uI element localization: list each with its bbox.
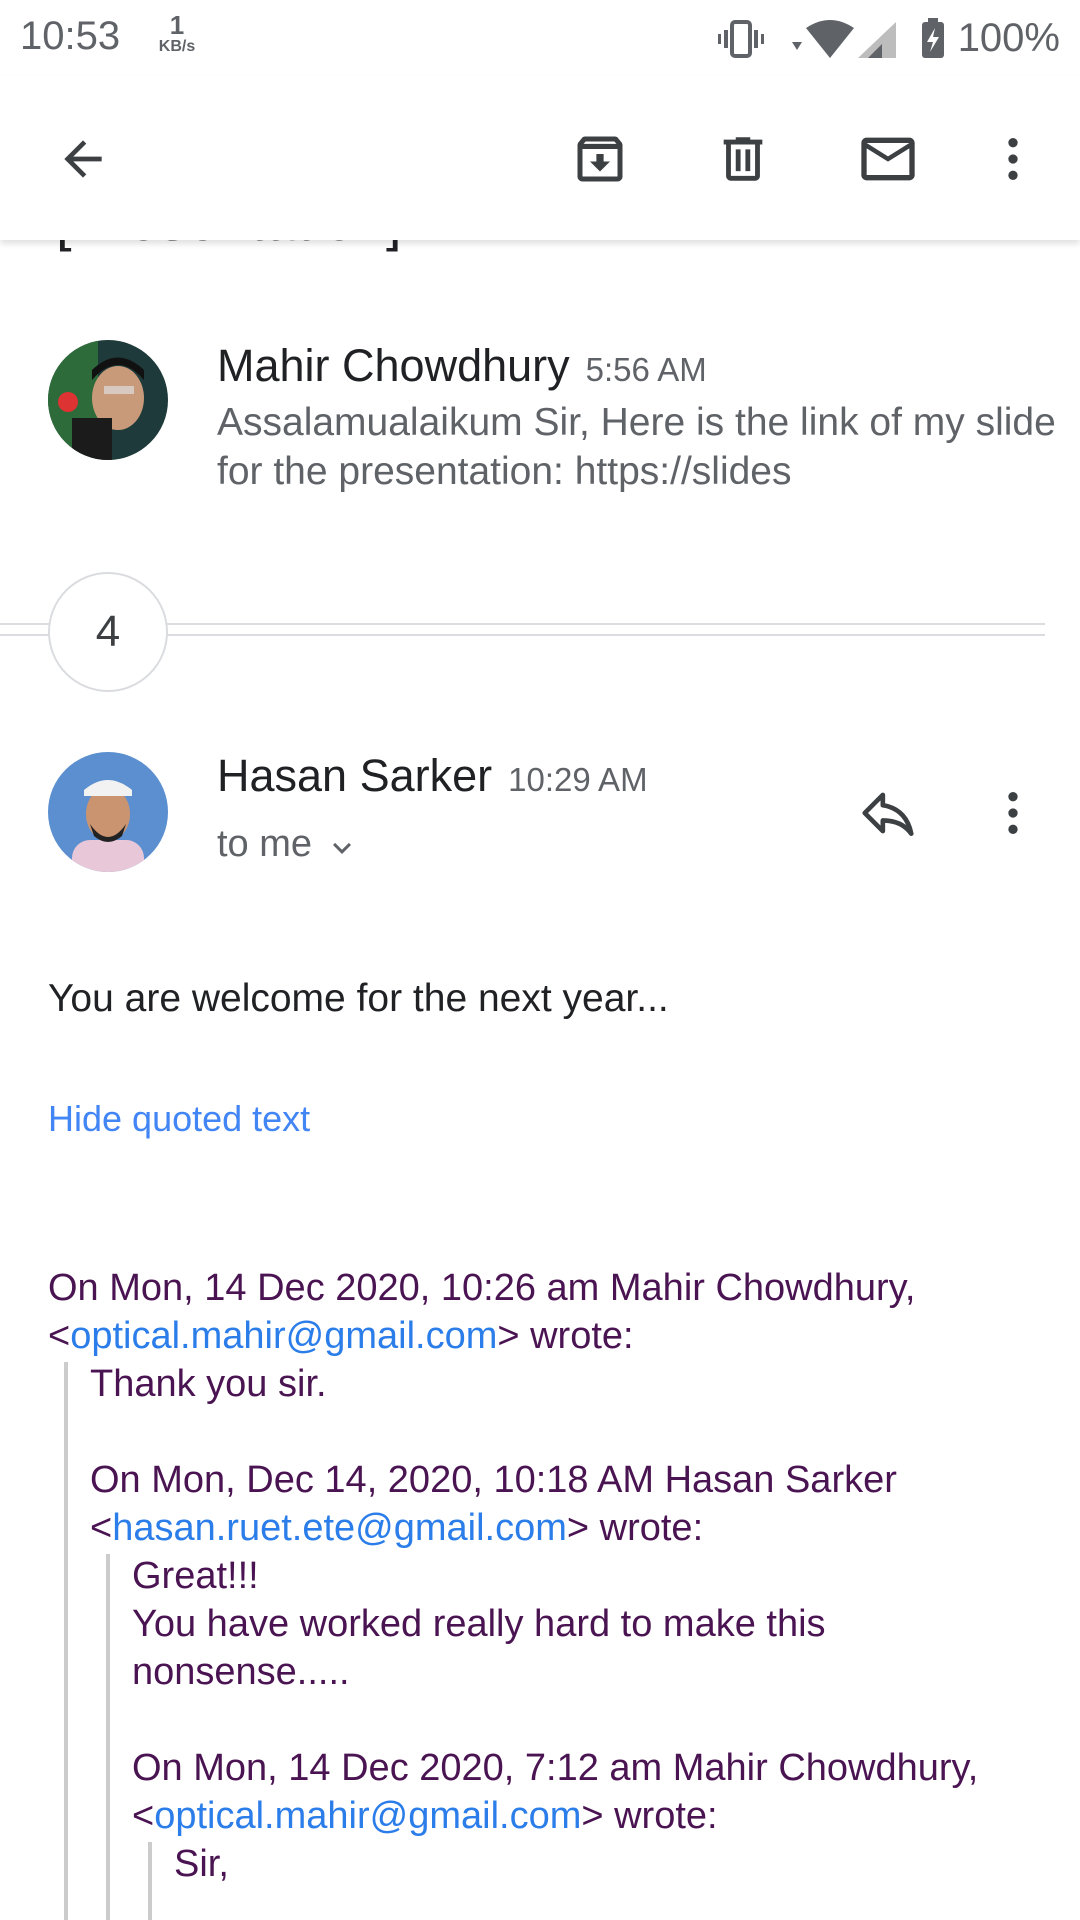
sender-name: Hasan Sarker (217, 750, 493, 801)
quote-header-line: On Mon, Dec 14, 2020, 10:18 AM Hasan Sar… (90, 1459, 897, 1501)
network-speed-unit: KB/s (158, 38, 196, 55)
sender-name: Mahir Chowdhury (217, 340, 570, 391)
quote-text: Thank you sir. (90, 1363, 327, 1405)
back-arrow-icon (64, 140, 102, 178)
delete-icon (723, 137, 763, 181)
more-options-button[interactable] (968, 114, 1058, 204)
expanded-message-header: Hasan Sarker 10:29 AM (217, 750, 648, 802)
chevron-down-icon (333, 842, 352, 854)
wifi-icon (806, 20, 854, 58)
battery-charging-icon (922, 18, 944, 58)
delete-button[interactable] (698, 114, 788, 204)
status-bar: 10:53 1 KB/s 100% (0, 0, 1080, 76)
recipient-details-toggle[interactable]: to me (217, 823, 360, 866)
quote-text: Great!!! You have worked really hard to … (132, 1555, 826, 1693)
quote-bar (106, 1554, 110, 1920)
hide-quoted-text-link[interactable]: Hide quoted text (48, 1098, 310, 1140)
sender-photo (48, 340, 168, 460)
quote-bar (148, 1842, 152, 1920)
avatar[interactable] (48, 752, 168, 872)
message-time: 10:29 AM (508, 761, 648, 798)
back-button[interactable] (38, 114, 128, 204)
quote-header-2: On Mon, Dec 14, 2020, 10:18 AM Hasan Sar… (90, 1456, 1060, 1552)
mark-unread-button[interactable] (843, 114, 933, 204)
data-down-icon (792, 42, 802, 50)
message-collapsed[interactable]: Mahir Chowdhury 5:56 AM Assalamualaikum S… (0, 320, 1080, 520)
network-speed-value: 1 (169, 10, 185, 40)
quote-bar (64, 1362, 68, 1920)
battery-percentage: 100% (957, 16, 1060, 60)
message-snippet: Assalamualaikum Sir, Here is the link of… (217, 401, 1056, 493)
email-link[interactable]: optical.mahir@gmail.com (154, 1795, 581, 1837)
reply-button[interactable] (843, 768, 933, 858)
vibrate-icon (718, 20, 764, 58)
quote-header-3: On Mon, 14 Dec 2020, 7:12 am Mahir Chowd… (132, 1744, 1072, 1840)
message-body: You are welcome for the next year... (48, 977, 669, 1020)
email-link[interactable]: optical.mahir@gmail.com (70, 1315, 497, 1357)
status-time: 10:53 (20, 14, 121, 58)
quote-text: Sir, (174, 1843, 229, 1885)
quote-header-line: On Mon, 14 Dec 2020, 10:26 am Mahir Chow… (48, 1267, 916, 1309)
mark-unread-icon (861, 137, 915, 181)
message-time: 5:56 AM (585, 351, 707, 388)
archive-icon (577, 136, 623, 182)
top-app-bar (0, 76, 1080, 240)
avatar[interactable] (48, 340, 168, 460)
sender-photo (48, 752, 168, 872)
more-vert-icon (1008, 792, 1018, 834)
reply-icon (862, 792, 914, 836)
message-header: Mahir Chowdhury 5:56 AM (217, 340, 707, 392)
network-speed: 1 KB/s (152, 12, 202, 56)
recipient-label: to me (217, 823, 313, 865)
email-link[interactable]: hasan.ruet.ete@gmail.com (112, 1507, 567, 1549)
status-icons (718, 18, 944, 58)
collapsed-messages-count[interactable]: 4 (48, 572, 168, 692)
quote-header-line: On Mon, 14 Dec 2020, 7:12 am Mahir Chowd… (132, 1747, 979, 1789)
archive-button[interactable] (555, 114, 645, 204)
message-more-button[interactable] (968, 768, 1058, 858)
more-vert-icon (1008, 138, 1018, 180)
quote-header-1: On Mon, 14 Dec 2020, 10:26 am Mahir Chow… (48, 1264, 1058, 1360)
